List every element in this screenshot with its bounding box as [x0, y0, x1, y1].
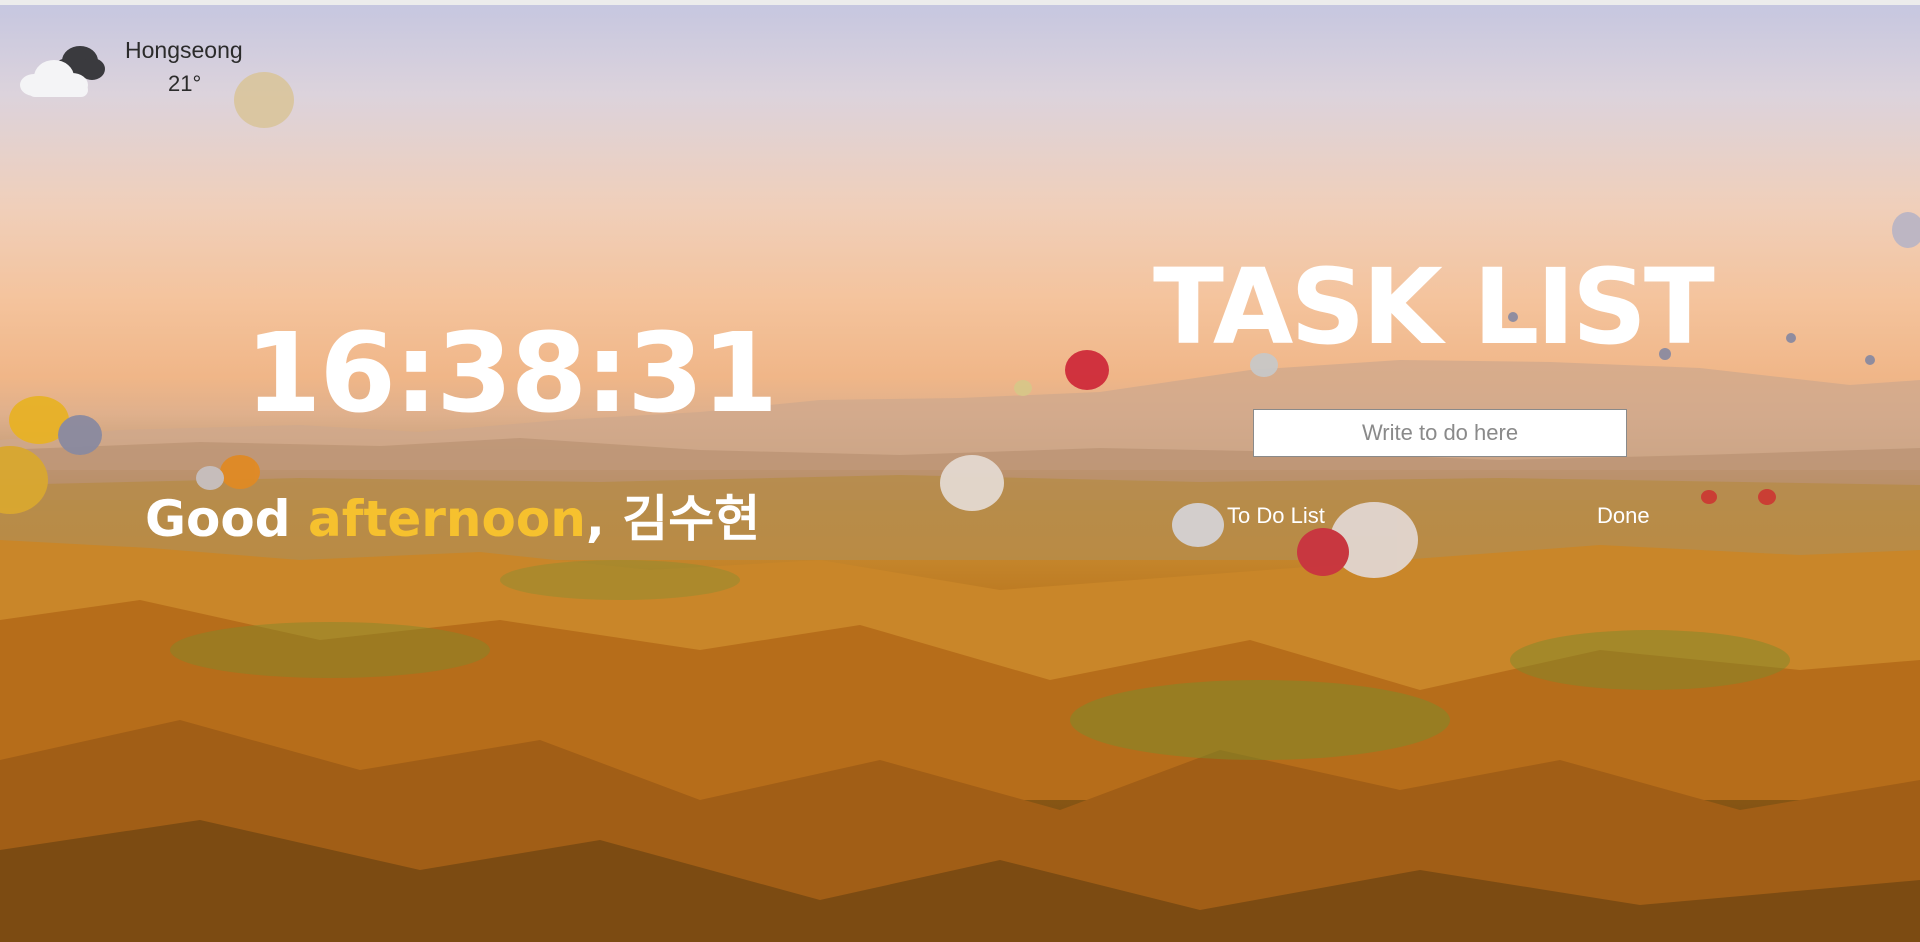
greeting-message: Good afternoon, 김수현 [145, 494, 760, 544]
greeting-separator: , [585, 490, 623, 548]
new-tab-dashboard: Hongseong 21° 16:38:31 Good afternoon, 김… [0, 0, 1920, 942]
weather-temperature: 21° [168, 71, 202, 96]
greeting-period: afternoon [307, 490, 586, 548]
weather-city: Hongseong [125, 37, 243, 63]
done-list-heading: Done [1597, 503, 1650, 528]
greeting-user-name: 김수현 [622, 490, 761, 548]
greeting-prefix: Good [145, 490, 308, 548]
weather-widget: Hongseong 21° [18, 35, 298, 115]
clock-time: 16:38:31 [245, 309, 778, 437]
background-landscape-image [0, 72, 1920, 942]
cloud-icon [20, 46, 105, 97]
task-list-title: TASK LIST [1153, 246, 1715, 368]
todo-input[interactable] [1253, 409, 1627, 457]
todo-list-heading: To Do List [1227, 503, 1325, 528]
